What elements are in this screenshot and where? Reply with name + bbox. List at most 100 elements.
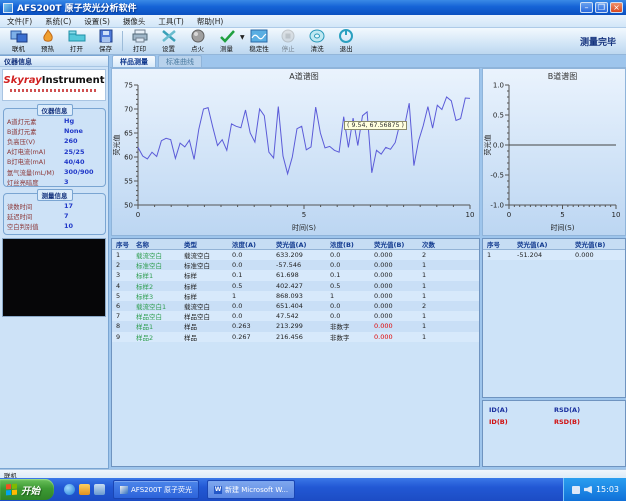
connect-button[interactable]: 联机 bbox=[4, 28, 33, 54]
table-row[interactable]: 8样品1样品0.263213.299非数字0.0001 bbox=[112, 321, 479, 331]
menu-tools[interactable]: 工具(T) bbox=[158, 16, 183, 27]
taskbar-task-word[interactable]: W 新建 Microsoft W... bbox=[207, 480, 295, 499]
exit-button[interactable]: 退出 bbox=[332, 28, 361, 54]
table-row[interactable]: 3标样1标样0.161.6980.10.0001 bbox=[112, 270, 479, 280]
table-cell: 216.456 bbox=[272, 333, 326, 341]
instrument-panel-header: 仪器信息 bbox=[0, 56, 108, 67]
svg-text:荧光值: 荧光值 bbox=[483, 135, 492, 156]
sample-table-body: 1载流空白载流空白0.0633.2090.00.00022标准空白标准空白0.0… bbox=[112, 250, 479, 342]
svg-text:0.5: 0.5 bbox=[493, 112, 504, 120]
info-value: 10 bbox=[64, 222, 102, 230]
table-row[interactable]: 6载流空白1载流空白0.0651.4040.00.0002 bbox=[112, 301, 479, 311]
table-cell: 1 bbox=[112, 251, 132, 259]
table-cell: 样品2 bbox=[132, 332, 180, 342]
table-cell: 1 bbox=[418, 261, 446, 269]
desktop-icon[interactable] bbox=[94, 484, 105, 495]
floppy-icon bbox=[96, 29, 116, 43]
tables-row: 序号名称类型浓度(A)荧光值(A)浓度(B)荧光值(B)次数 1载流空白载流空白… bbox=[110, 238, 626, 469]
menu-settings[interactable]: 设置(S) bbox=[84, 16, 110, 27]
sample-table-header: 序号名称类型浓度(A)荧光值(A)浓度(B)荧光值(B)次数 bbox=[112, 239, 479, 250]
column-header[interactable]: 次数 bbox=[418, 239, 446, 249]
table-cell: 0.5 bbox=[326, 282, 370, 290]
svg-text:时间(S): 时间(S) bbox=[292, 223, 316, 232]
info-row: B道灯元素None bbox=[7, 126, 102, 136]
ignite-button[interactable]: 点火 bbox=[183, 28, 212, 54]
sample-table: 序号名称类型浓度(A)荧光值(A)浓度(B)荧光值(B)次数 1载流空白载流空白… bbox=[111, 238, 480, 467]
table-row[interactable]: 7样品空白样品空白0.047.5420.00.0001 bbox=[112, 311, 479, 321]
menu-file[interactable]: 文件(F) bbox=[7, 16, 32, 27]
afs-app-icon bbox=[120, 486, 128, 494]
app-icon bbox=[3, 3, 13, 13]
wash-button[interactable]: 清洗 bbox=[303, 28, 332, 54]
printer-icon bbox=[130, 29, 150, 43]
column-header[interactable]: 荧光值(A) bbox=[513, 239, 571, 249]
settings-button[interactable]: 设置 bbox=[154, 28, 183, 54]
table-cell: 1 bbox=[418, 312, 446, 320]
column-header[interactable]: 名称 bbox=[132, 239, 180, 249]
instrument-info-rows: A道灯元素HgB道灯元素None负高压(V)260A灯电流(mA)25/25B灯… bbox=[4, 109, 105, 187]
instrument-panel: 仪器信息 SkyrayInstrument 仪器信息 A道灯元素HgB道灯元素N… bbox=[0, 55, 109, 469]
minimize-button[interactable]: – bbox=[580, 2, 593, 13]
column-header[interactable]: 荧光值(A) bbox=[272, 239, 326, 249]
svg-text:50: 50 bbox=[124, 202, 133, 210]
open-button[interactable]: 打开 bbox=[62, 28, 91, 54]
table-cell: 6 bbox=[112, 302, 132, 310]
chart-b-panel[interactable]: B道谱图0510-1.0-0.50.00.51.0时间(S)荧光值 bbox=[482, 68, 626, 236]
start-button[interactable]: 开始 bbox=[0, 479, 54, 500]
stop-button[interactable]: 停止 bbox=[274, 28, 303, 54]
table-row[interactable]: 1-51.2040.000 bbox=[483, 250, 625, 260]
info-label: 空白判别值 bbox=[7, 222, 64, 231]
tray-device-icon[interactable] bbox=[572, 486, 580, 494]
table-row[interactable]: 1载流空白载流空白0.0633.2090.00.0002 bbox=[112, 250, 479, 260]
svg-text:70: 70 bbox=[124, 106, 133, 114]
column-header[interactable]: 序号 bbox=[483, 239, 513, 249]
browser-icon[interactable] bbox=[64, 484, 75, 495]
table-cell: 651.404 bbox=[272, 302, 326, 310]
table-cell: 样品空白 bbox=[180, 311, 228, 321]
maximize-button[interactable]: ❐ bbox=[595, 2, 608, 13]
close-button[interactable]: × bbox=[610, 2, 623, 13]
svg-text:A道谱图: A道谱图 bbox=[289, 71, 318, 81]
save-button[interactable]: 保存 bbox=[91, 28, 120, 54]
info-value: Hg bbox=[64, 117, 102, 125]
column-header[interactable]: 浓度(B) bbox=[326, 239, 370, 249]
column-header[interactable]: 类型 bbox=[180, 239, 228, 249]
result-table-header: 序号荧光值(A)荧光值(B) bbox=[483, 239, 625, 250]
column-header[interactable]: 荧光值(B) bbox=[571, 239, 623, 249]
menu-help[interactable]: 帮助(H) bbox=[197, 16, 224, 27]
table-cell: 868.093 bbox=[272, 292, 326, 300]
table-cell: 0.263 bbox=[228, 322, 272, 330]
menu-system[interactable]: 系统(C) bbox=[45, 16, 71, 27]
preheat-button[interactable]: 预热 bbox=[33, 28, 62, 54]
table-row[interactable]: 4标样2标样0.5402.4270.50.0001 bbox=[112, 281, 479, 291]
content-area: 样品测量 标准曲线 A道谱图0510505560657075时间(S)荧光值 (… bbox=[110, 55, 626, 469]
column-header[interactable]: 序号 bbox=[112, 239, 132, 249]
table-row[interactable]: 2标准空白标准空白0.0-57.5460.00.0001 bbox=[112, 260, 479, 270]
table-row[interactable]: 9样品2样品0.267216.456非数字0.0001 bbox=[112, 332, 479, 342]
table-cell: 标样 bbox=[180, 281, 228, 291]
stability-button[interactable]: 稳定性 bbox=[245, 28, 274, 54]
table-cell: 样品1 bbox=[132, 321, 180, 331]
table-cell: 非数字 bbox=[326, 332, 370, 342]
table-cell: 非数字 bbox=[326, 321, 370, 331]
measure-button[interactable]: 测量 bbox=[212, 28, 241, 54]
column-header[interactable]: 荧光值(B) bbox=[370, 239, 418, 249]
quick-launch-icon[interactable] bbox=[79, 484, 90, 495]
info-row: A灯电流(mA)25/25 bbox=[7, 147, 102, 157]
taskbar-task-afs[interactable]: AFS200T 原子荧光 bbox=[113, 480, 199, 499]
column-header[interactable]: 浓度(A) bbox=[228, 239, 272, 249]
tab-standard-curve[interactable]: 标准曲线 bbox=[158, 55, 202, 67]
svg-text:-0.5: -0.5 bbox=[490, 172, 504, 180]
chart-a-panel[interactable]: A道谱图0510505560657075时间(S)荧光值 ( 9.54, 67.… bbox=[111, 68, 480, 236]
volume-icon[interactable] bbox=[584, 486, 592, 494]
tab-sample-measure[interactable]: 样品测量 bbox=[112, 55, 156, 67]
table-row[interactable]: 5标样3标样1868.09310.0001 bbox=[112, 291, 479, 301]
table-cell: 8 bbox=[112, 322, 132, 330]
menu-camera[interactable]: 摄像头 bbox=[123, 16, 146, 27]
result-table-body: 1-51.2040.000 bbox=[483, 250, 625, 260]
connect-icon bbox=[9, 29, 29, 43]
table-cell: 47.542 bbox=[272, 312, 326, 320]
table-cell: 0.0 bbox=[228, 312, 272, 320]
print-button[interactable]: 打印 bbox=[125, 28, 154, 54]
svg-text:1.0: 1.0 bbox=[493, 82, 504, 90]
